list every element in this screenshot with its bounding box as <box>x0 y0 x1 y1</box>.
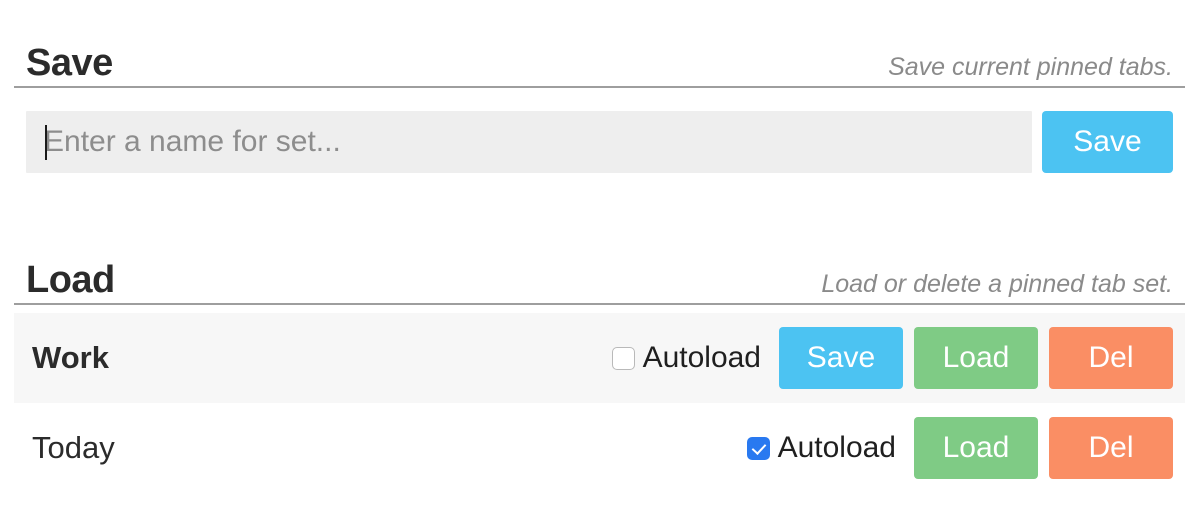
row-actions-work: Save Load Del <box>779 327 1173 389</box>
table-row: Today Autoload Load Del <box>14 403 1185 493</box>
row-load-button[interactable]: Load <box>914 417 1038 479</box>
save-section-title: Save <box>26 42 113 84</box>
table-row: Work Autoload Save Load Del <box>14 313 1185 403</box>
save-section-description: Save current pinned tabs. <box>888 53 1173 82</box>
checkbox-unchecked-icon[interactable] <box>611 346 635 370</box>
load-section-divider <box>14 303 1185 305</box>
load-section-description: Load or delete a pinned tab set. <box>821 270 1173 299</box>
autoload-toggle-today[interactable]: Autoload <box>746 431 896 465</box>
row-save-button[interactable]: Save <box>779 327 903 389</box>
pinned-tab-set-list: Work Autoload Save Load Del Today Autolo… <box>14 313 1185 493</box>
row-load-button[interactable]: Load <box>914 327 1038 389</box>
set-name-input[interactable] <box>26 111 1032 173</box>
pinned-tab-sets-panel: Save Save current pinned tabs. Save Load… <box>0 0 1199 526</box>
autoload-toggle-work[interactable]: Autoload <box>611 341 761 375</box>
load-section-title: Load <box>26 259 115 301</box>
autoload-label: Autoload <box>777 431 896 464</box>
text-caret-icon <box>45 125 47 160</box>
save-section-header: Save Save current pinned tabs. <box>14 22 1185 88</box>
save-set-button[interactable]: Save <box>1042 111 1173 173</box>
set-name-label: Work <box>32 340 109 375</box>
load-section-header: Load Load or delete a pinned tab set. <box>14 239 1185 305</box>
checkbox-checked-icon[interactable] <box>746 436 770 460</box>
save-input-row: Save <box>26 111 1173 173</box>
row-actions-today: Load Del <box>914 417 1173 479</box>
row-delete-button[interactable]: Del <box>1049 417 1173 479</box>
set-name-label: Today <box>32 430 115 465</box>
row-delete-button[interactable]: Del <box>1049 327 1173 389</box>
save-section-divider <box>14 86 1185 88</box>
autoload-label: Autoload <box>642 341 761 374</box>
